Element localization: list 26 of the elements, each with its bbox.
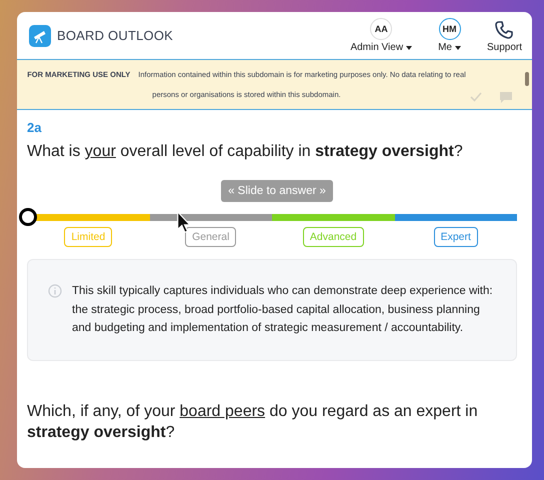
scrollbar-thumb[interactable] (525, 72, 529, 86)
info-text: This skill typically captures individuals who can demonstrate deep experience with: the strategic process, broad portfolio-based capital allocation, business planning and budgeting and implementation of strategic measurement / accountability. (72, 284, 494, 336)
info-icon (48, 284, 62, 298)
brand-name: BOARD OUTLOOK (57, 28, 174, 43)
support-link[interactable]: Support (486, 20, 522, 53)
phone-icon (494, 20, 514, 40)
caret-icon (406, 46, 412, 50)
avatar-icon: AA (370, 18, 392, 40)
question-text: Which, if any, of your board peers do you regard as an expert in strategy oversight? (27, 402, 479, 442)
nav-label: Support (486, 42, 522, 53)
level-label[interactable]: Advanced (302, 227, 364, 247)
nav-menu[interactable]: AA Admin View (350, 18, 412, 53)
level-label[interactable]: Expert (434, 227, 478, 247)
nav-label: Me (438, 42, 461, 53)
slider-thumb[interactable] (19, 208, 37, 226)
nav-label: Admin View (350, 42, 412, 53)
avatar-icon: HM (438, 18, 461, 40)
question-number: 2a (27, 120, 42, 135)
caret-icon (454, 46, 461, 50)
slide-hint: « Slide to answer » (221, 180, 333, 202)
question-text: What is your overall level of capability in strategy oversight? (27, 142, 464, 162)
check-icon[interactable] (470, 92, 482, 102)
telescope-logo-icon (29, 24, 51, 46)
nav-menu[interactable]: HM Me (438, 18, 461, 53)
comment-icon[interactable] (500, 92, 512, 103)
rating-slider-track[interactable] (19, 208, 517, 227)
